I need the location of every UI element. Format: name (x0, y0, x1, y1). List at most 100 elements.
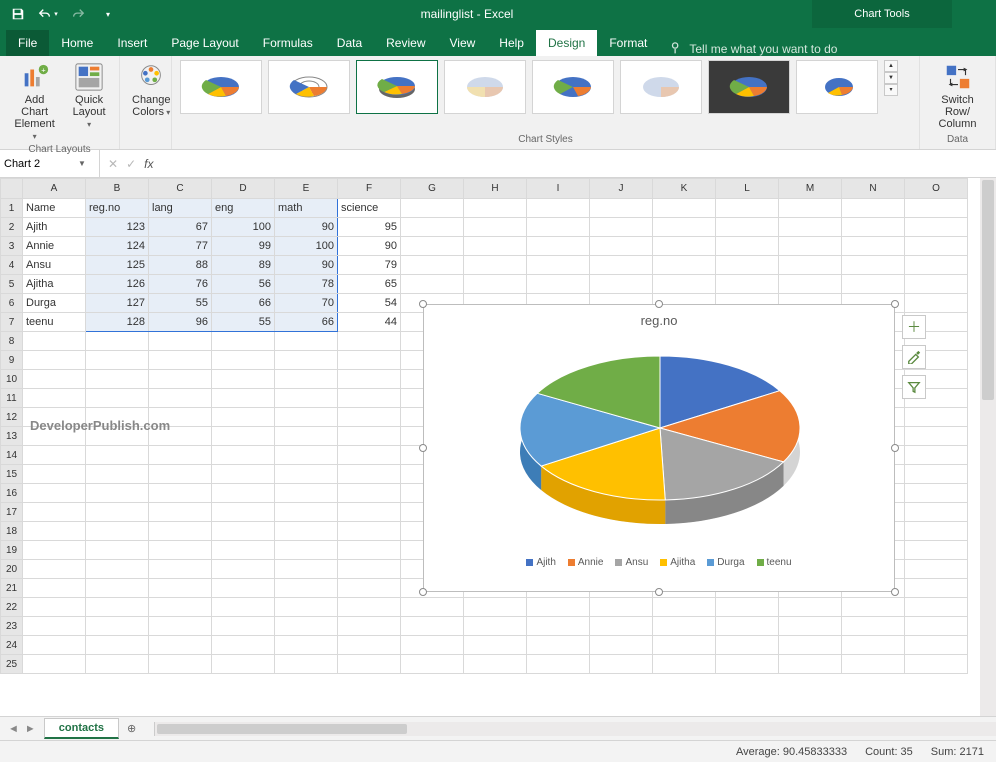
fx-icon[interactable]: fx (144, 157, 153, 171)
cell-H22[interactable] (464, 598, 527, 617)
cell-D2[interactable]: 100 (212, 218, 275, 237)
cell-N2[interactable] (842, 218, 905, 237)
cancel-formula-icon[interactable]: ✕ (108, 157, 118, 171)
row-header-8[interactable]: 8 (1, 332, 23, 351)
resize-handle[interactable] (419, 588, 427, 596)
cell-E18[interactable] (275, 522, 338, 541)
cell-F21[interactable] (338, 579, 401, 598)
cell-C19[interactable] (149, 541, 212, 560)
legend-item[interactable]: Ajitha (660, 557, 695, 568)
cell-G5[interactable] (401, 275, 464, 294)
cell-M4[interactable] (779, 256, 842, 275)
row-header-16[interactable]: 16 (1, 484, 23, 503)
col-header-C[interactable]: C (149, 179, 212, 199)
chart-style-4[interactable] (444, 60, 526, 114)
cell-O15[interactable] (905, 465, 968, 484)
cell-D12[interactable] (212, 408, 275, 427)
cell-F20[interactable] (338, 560, 401, 579)
cell-E6[interactable]: 70 (275, 294, 338, 313)
cell-M1[interactable] (779, 199, 842, 218)
cell-E3[interactable]: 100 (275, 237, 338, 256)
cell-D9[interactable] (212, 351, 275, 370)
cell-A15[interactable] (23, 465, 86, 484)
cell-A24[interactable] (23, 636, 86, 655)
cell-J3[interactable] (590, 237, 653, 256)
cell-O6[interactable] (905, 294, 968, 313)
cell-D7[interactable]: 55 (212, 313, 275, 332)
cell-E10[interactable] (275, 370, 338, 389)
gallery-down-icon[interactable]: ▼ (884, 72, 898, 84)
row-header-19[interactable]: 19 (1, 541, 23, 560)
cell-C4[interactable]: 88 (149, 256, 212, 275)
cell-N3[interactable] (842, 237, 905, 256)
cell-G4[interactable] (401, 256, 464, 275)
legend-item[interactable]: Annie (568, 557, 604, 568)
cell-H1[interactable] (464, 199, 527, 218)
tab-review[interactable]: Review (374, 30, 437, 56)
cell-F14[interactable] (338, 446, 401, 465)
cell-B22[interactable] (86, 598, 149, 617)
cell-J22[interactable] (590, 598, 653, 617)
chart-style-3[interactable] (356, 60, 438, 114)
cell-F2[interactable]: 95 (338, 218, 401, 237)
cell-D4[interactable]: 89 (212, 256, 275, 275)
cell-I1[interactable] (527, 199, 590, 218)
cell-I25[interactable] (527, 655, 590, 674)
col-header-F[interactable]: F (338, 179, 401, 199)
name-box-dropdown-icon[interactable]: ▼ (74, 159, 90, 168)
cell-N25[interactable] (842, 655, 905, 674)
horizontal-scrollbar[interactable] (154, 722, 996, 736)
cell-C25[interactable] (149, 655, 212, 674)
row-header-9[interactable]: 9 (1, 351, 23, 370)
row-header-20[interactable]: 20 (1, 560, 23, 579)
tab-home[interactable]: Home (49, 30, 105, 56)
cell-E14[interactable] (275, 446, 338, 465)
chart-styles-gallery[interactable]: ▲ ▼ ▾ (180, 60, 911, 134)
row-header-14[interactable]: 14 (1, 446, 23, 465)
change-colors-button[interactable]: Change Colors (128, 60, 175, 120)
cell-B1[interactable]: reg.no (86, 199, 149, 218)
cell-D22[interactable] (212, 598, 275, 617)
cell-H4[interactable] (464, 256, 527, 275)
col-header-B[interactable]: B (86, 179, 149, 199)
cell-D6[interactable]: 66 (212, 294, 275, 313)
cell-C9[interactable] (149, 351, 212, 370)
cell-L4[interactable] (716, 256, 779, 275)
cell-A14[interactable] (23, 446, 86, 465)
cell-A19[interactable] (23, 541, 86, 560)
cell-L25[interactable] (716, 655, 779, 674)
cell-I24[interactable] (527, 636, 590, 655)
sheet-tab-contacts[interactable]: contacts (44, 718, 119, 739)
resize-handle[interactable] (655, 300, 663, 308)
cell-E9[interactable] (275, 351, 338, 370)
cell-O1[interactable] (905, 199, 968, 218)
customize-qat-icon[interactable]: ▾ (94, 2, 122, 26)
cell-I5[interactable] (527, 275, 590, 294)
add-chart-element-button[interactable]: + Add Chart Element (8, 60, 61, 144)
cell-A18[interactable] (23, 522, 86, 541)
row-header-17[interactable]: 17 (1, 503, 23, 522)
row-header-5[interactable]: 5 (1, 275, 23, 294)
cell-O3[interactable] (905, 237, 968, 256)
row-header-15[interactable]: 15 (1, 465, 23, 484)
embedded-chart[interactable]: reg.no AjithAnnieAnsuAjithaDurgateenu ＋ (423, 304, 895, 592)
cell-F5[interactable]: 65 (338, 275, 401, 294)
cell-F18[interactable] (338, 522, 401, 541)
cell-K4[interactable] (653, 256, 716, 275)
cell-C8[interactable] (149, 332, 212, 351)
resize-handle[interactable] (891, 588, 899, 596)
legend-item[interactable]: Ansu (615, 557, 648, 568)
cell-O23[interactable] (905, 617, 968, 636)
cell-K24[interactable] (653, 636, 716, 655)
row-header-18[interactable]: 18 (1, 522, 23, 541)
cell-A11[interactable] (23, 389, 86, 408)
col-header-J[interactable]: J (590, 179, 653, 199)
sheet-nav-prev-icon[interactable]: ◄ (8, 723, 19, 735)
legend-item[interactable]: teenu (757, 557, 792, 568)
row-header-13[interactable]: 13 (1, 427, 23, 446)
cell-O20[interactable] (905, 560, 968, 579)
cell-J23[interactable] (590, 617, 653, 636)
cell-E1[interactable]: math (275, 199, 338, 218)
cell-E16[interactable] (275, 484, 338, 503)
cell-F12[interactable] (338, 408, 401, 427)
